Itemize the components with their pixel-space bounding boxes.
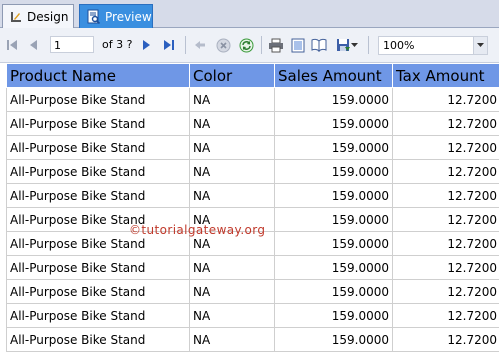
product-name-cell: All-Purpose Bike Stand: [6, 87, 190, 112]
color-cell: NA: [189, 111, 275, 136]
tax-amount-cell: 12.7200: [392, 231, 499, 256]
table-row: All-Purpose Bike Stand NA 159.0000 12.72…: [6, 159, 499, 184]
color-cell: NA: [189, 279, 275, 304]
sales-amount-cell: 159.0000: [274, 183, 393, 208]
refresh-button[interactable]: [237, 36, 255, 54]
print-layout-icon: [291, 38, 305, 52]
toolbar-separator: [368, 36, 369, 54]
product-name-cell: All-Purpose Bike Stand: [6, 279, 190, 304]
first-page-icon: [7, 40, 17, 50]
watermark-text: ©tutorialgateway.org: [129, 223, 266, 237]
chevron-down-icon: [351, 42, 358, 47]
tax-amount-cell: 12.7200: [392, 255, 499, 280]
color-cell: NA: [189, 255, 275, 280]
current-page-input[interactable]: 1: [50, 36, 94, 53]
refresh-icon: [239, 38, 253, 52]
sales-amount-cell: 159.0000: [274, 87, 393, 112]
previous-page-button[interactable]: [26, 36, 40, 54]
tab-design[interactable]: Design: [2, 4, 74, 28]
export-dropdown-button[interactable]: [334, 36, 360, 54]
sales-amount-cell: 159.0000: [274, 231, 393, 256]
first-page-button[interactable]: [5, 36, 19, 54]
table-row: All-Purpose Bike Stand NA 159.0000 12.72…: [6, 303, 499, 328]
product-name-cell: All-Purpose Bike Stand: [6, 303, 190, 328]
tab-preview-label: Preview: [105, 9, 152, 24]
tax-amount-cell: 12.7200: [392, 159, 499, 184]
table-header-row: Product Name Color Sales Amount Tax Amou…: [6, 63, 499, 88]
table-row: All-Purpose Bike Stand NA 159.0000 12.72…: [6, 279, 499, 304]
sales-amount-cell: 159.0000: [274, 135, 393, 160]
design-icon: [11, 11, 21, 22]
tax-amount-cell: 12.7200: [392, 327, 499, 352]
color-cell: NA: [189, 183, 275, 208]
product-name-cell: All-Purpose Bike Stand: [6, 159, 190, 184]
sales-amount-cell: 159.0000: [274, 159, 393, 184]
color-cell: NA: [189, 87, 275, 112]
report-area: Product Name Color Sales Amount Tax Amou…: [6, 63, 499, 353]
column-header-tax-amount: Tax Amount: [392, 63, 499, 88]
sales-amount-cell: 159.0000: [274, 303, 393, 328]
table-row: All-Purpose Bike Stand NA 159.0000 12.72…: [6, 327, 499, 352]
preview-icon: [87, 9, 101, 24]
next-page-button[interactable]: [140, 36, 154, 54]
back-arrow-icon: [195, 41, 205, 49]
sales-amount-cell: 159.0000: [274, 327, 393, 352]
sales-amount-cell: 159.0000: [274, 279, 393, 304]
last-page-button[interactable]: [162, 36, 176, 54]
column-header-sales-amount: Sales Amount: [274, 63, 393, 88]
page-count-label: of 3 ?: [102, 38, 133, 51]
zoom-select[interactable]: 100%: [378, 36, 488, 55]
sales-amount-cell: 159.0000: [274, 207, 393, 232]
stop-icon: [216, 38, 230, 52]
column-header-color: Color: [189, 63, 275, 88]
print-layout-button[interactable]: [289, 36, 307, 54]
color-cell: NA: [189, 135, 275, 160]
toolbar-separator: [185, 36, 186, 54]
stop-button[interactable]: [214, 36, 232, 54]
save-disk-icon: [337, 38, 350, 51]
tab-preview[interactable]: Preview: [79, 4, 153, 28]
preview-toolbar: 1 of 3 ? 100%: [0, 28, 499, 63]
table-row: All-Purpose Bike Stand NA 159.0000 12.72…: [6, 135, 499, 160]
back-button[interactable]: [192, 36, 208, 54]
tax-amount-cell: 12.7200: [392, 135, 499, 160]
toolbar-separator: [261, 36, 262, 54]
column-header-product-name: Product Name: [6, 63, 190, 88]
table-row: All-Purpose Bike Stand NA 159.0000 12.72…: [6, 255, 499, 280]
zoom-dropdown-button[interactable]: [473, 37, 487, 54]
print-button[interactable]: [267, 36, 285, 54]
product-name-cell: All-Purpose Bike Stand: [6, 183, 190, 208]
zoom-value: 100%: [383, 39, 415, 52]
next-page-icon: [143, 40, 150, 50]
color-cell: NA: [189, 159, 275, 184]
tax-amount-cell: 12.7200: [392, 183, 499, 208]
last-page-icon: [164, 40, 174, 50]
tax-amount-cell: 12.7200: [392, 279, 499, 304]
chevron-down-icon: [477, 43, 484, 47]
page-setup-button[interactable]: [310, 36, 328, 54]
tab-strip: Design Preview: [0, 0, 499, 28]
tab-design-label: Design: [27, 9, 69, 24]
printer-icon: [269, 38, 283, 52]
tax-amount-cell: 12.7200: [392, 111, 499, 136]
previous-page-icon: [30, 40, 37, 50]
color-cell: NA: [189, 327, 275, 352]
product-name-cell: All-Purpose Bike Stand: [6, 111, 190, 136]
tax-amount-cell: 12.7200: [392, 207, 499, 232]
table-row: All-Purpose Bike Stand NA 159.0000 12.72…: [6, 87, 499, 112]
sales-amount-cell: 159.0000: [274, 255, 393, 280]
tax-amount-cell: 12.7200: [392, 87, 499, 112]
sales-amount-cell: 159.0000: [274, 111, 393, 136]
product-name-cell: All-Purpose Bike Stand: [6, 135, 190, 160]
product-name-cell: All-Purpose Bike Stand: [6, 255, 190, 280]
book-icon: [311, 38, 327, 52]
table-row: All-Purpose Bike Stand NA 159.0000 12.72…: [6, 183, 499, 208]
color-cell: NA: [189, 303, 275, 328]
tax-amount-cell: 12.7200: [392, 303, 499, 328]
table-row: All-Purpose Bike Stand NA 159.0000 12.72…: [6, 111, 499, 136]
report-table: Product Name Color Sales Amount Tax Amou…: [6, 63, 499, 352]
product-name-cell: All-Purpose Bike Stand: [6, 327, 190, 352]
